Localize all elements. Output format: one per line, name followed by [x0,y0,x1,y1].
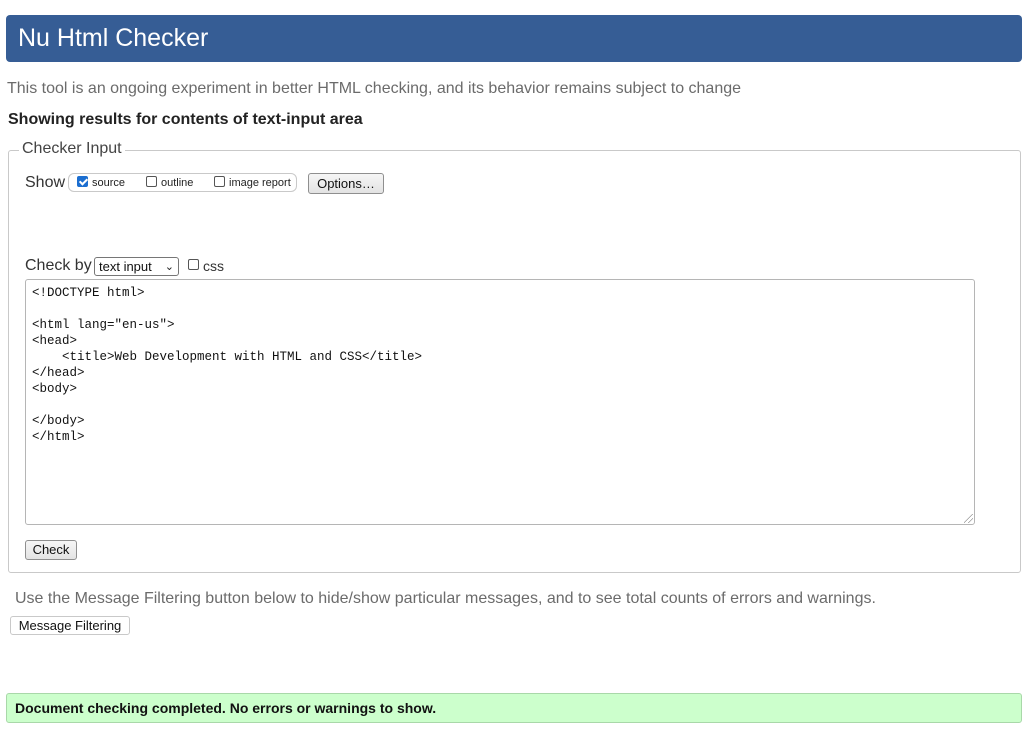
source-code[interactable]: <!DOCTYPE html> <html lang="en-us"> <hea… [26,280,974,450]
show-image-report-label[interactable]: image report [229,177,291,189]
check-by-label: Check by [25,257,92,274]
show-source-label[interactable]: source [92,177,125,189]
message-filtering-note: Use the Message Filtering button below t… [15,590,876,607]
show-outline-checkbox[interactable] [146,176,157,187]
resize-handle-icon[interactable] [964,514,973,523]
subtitle-text: This tool is an ongoing experiment in be… [7,80,742,97]
show-outline-label[interactable]: outline [161,177,193,189]
results-heading: Showing results for contents of text-inp… [8,111,363,128]
css-label[interactable]: css [203,258,224,274]
checker-input-legend: Checker Input [19,140,125,158]
app-title: Nu Html Checker [18,24,209,52]
status-message: Document checking completed. No errors o… [6,693,1022,723]
message-filtering-button[interactable]: Message Filtering [10,616,130,635]
app-header: Nu Html Checker [6,15,1022,62]
options-button[interactable]: Options… [308,173,384,194]
check-button[interactable]: Check [25,540,77,560]
css-checkbox[interactable] [188,259,199,270]
check-by-value: text input [99,259,152,274]
source-textarea[interactable]: <!DOCTYPE html> <html lang="en-us"> <hea… [25,279,975,525]
show-label: Show [25,174,66,191]
chevron-down-icon: ⌄ [164,261,174,273]
show-image-report-checkbox[interactable] [214,176,225,187]
check-by-select[interactable]: text input ⌄ [94,257,179,276]
show-source-checkbox[interactable] [77,176,88,187]
